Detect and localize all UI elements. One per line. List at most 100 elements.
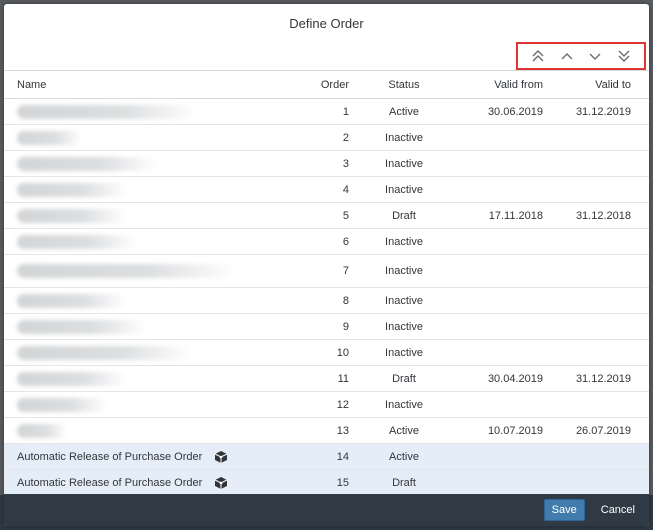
cell-status: Draft [392,209,416,222]
cube-icon [215,450,228,463]
cell-order: 12 [336,398,349,411]
cell-name [4,234,299,249]
redacted-name [17,182,127,197]
table-header: Name Order Status Valid from Valid to [4,71,649,99]
table-row[interactable]: 13 Active 10.07.2019 26.07.2019 [4,418,649,444]
move-to-top-icon [532,50,544,62]
table-row[interactable]: 5 Draft 17.11.2018 31.12.2018 [4,203,649,229]
redacted-name [17,264,237,278]
redacted-name [17,293,127,308]
cube-icon [215,476,228,489]
cell-order: 5 [342,209,349,222]
cell-name: Automatic Release of Purchase Order [4,450,299,464]
order-table: Name Order Status Valid from Valid to 1 A… [4,70,649,496]
cell-order: 13 [336,424,349,437]
header-order[interactable]: Order [299,79,359,91]
redacted-name [17,234,137,249]
table-row[interactable]: 11 Draft 30.04.2019 31.12.2019 [4,366,649,392]
table-row[interactable]: 6 Inactive [4,229,649,255]
cell-status: Inactive [385,294,423,307]
move-up-button[interactable] [556,46,578,66]
redacted-name [17,371,127,386]
move-to-bottom-icon [618,50,630,62]
cell-order: 11 [337,372,349,385]
cell-status: Inactive [385,183,423,196]
move-down-icon [589,53,601,60]
table-row[interactable]: 1 Active 30.06.2019 31.12.2019 [4,99,649,125]
redacted-name [17,423,67,438]
cell-status: Inactive [385,131,423,144]
cell-name [4,130,299,145]
move-up-icon [561,53,573,60]
cell-name [4,104,299,119]
cell-valid-to: 31.12.2019 [575,372,631,385]
cell-order: 4 [342,183,349,196]
cell-valid-from: 17.11.2018 [488,209,543,222]
cell-name: Automatic Release of Purchase Order [4,476,299,490]
cell-order: 7 [342,265,349,277]
table-row[interactable]: 3 Inactive [4,151,649,177]
move-buttons-group [516,42,646,70]
redacted-name [17,208,127,223]
header-valid-to[interactable]: Valid to [549,79,639,91]
cell-valid-from: 10.07.2019 [487,424,543,437]
cell-status: Draft [392,476,416,489]
cell-status: Inactive [385,398,423,411]
table-row[interactable]: 8 Inactive [4,288,649,314]
redacted-name [17,156,157,171]
table-row[interactable]: 2 Inactive [4,125,649,151]
cell-order: 9 [342,320,349,333]
cell-status: Draft [392,372,416,385]
cell-name [4,156,299,171]
move-to-bottom-button[interactable] [613,46,635,66]
table-row[interactable]: 4 Inactive [4,177,649,203]
cell-status: Active [389,450,419,463]
cell-valid-from: 30.06.2019 [487,105,543,118]
row-name-text: Automatic Release of Purchase Order [17,450,203,463]
save-button[interactable]: Save [543,499,585,521]
cell-valid-to: 26.07.2019 [575,424,631,437]
cell-valid-to: 31.12.2018 [575,209,631,222]
move-down-button[interactable] [584,46,606,66]
cell-valid-from: 30.04.2019 [487,372,543,385]
table-body: 1 Active 30.06.2019 31.12.2019 2 Inactive 3 Ina… [4,99,649,496]
cell-order: 14 [336,450,349,463]
cell-order: 1 [342,105,349,118]
header-status[interactable]: Status [359,79,449,91]
cell-status: Inactive [385,320,423,333]
table-row[interactable]: 7 Inactive [4,255,649,288]
redacted-name [17,104,197,119]
cell-name [4,371,299,386]
redacted-name [17,345,192,360]
cell-order: 3 [342,157,349,170]
cell-name [4,397,299,412]
dialog-title: Define Order [289,15,364,31]
cell-name [4,423,299,438]
header-name[interactable]: Name [4,79,299,91]
cell-status: Inactive [385,157,423,170]
cell-name [4,293,299,308]
table-row[interactable]: 10 Inactive [4,340,649,366]
header-valid-from[interactable]: Valid from [449,79,549,91]
move-to-top-button[interactable] [527,46,549,66]
redacted-name [17,319,147,334]
cell-status: Inactive [385,235,423,248]
cell-valid-to: 31.12.2019 [575,105,631,118]
redacted-name [17,130,82,145]
table-row[interactable]: 12 Inactive [4,392,649,418]
table-row[interactable]: 9 Inactive [4,314,649,340]
define-order-dialog: Define Order Name Order Status Valid fro… [4,4,649,526]
order-toolbar [4,42,649,70]
cell-name [4,208,299,223]
cell-status: Active [389,424,419,437]
table-row[interactable]: Automatic Release of Purchase Order 15 Dra… [4,470,649,496]
cell-name [4,264,299,278]
table-row[interactable]: Automatic Release of Purchase Order 14 Act… [4,444,649,470]
cell-status: Active [389,105,419,118]
cell-name [4,319,299,334]
cell-status: Inactive [385,346,423,359]
cancel-button[interactable]: Cancel [595,499,641,521]
cell-status: Inactive [385,265,423,277]
row-name-text: Automatic Release of Purchase Order [17,476,203,489]
cell-order: 8 [342,294,349,307]
